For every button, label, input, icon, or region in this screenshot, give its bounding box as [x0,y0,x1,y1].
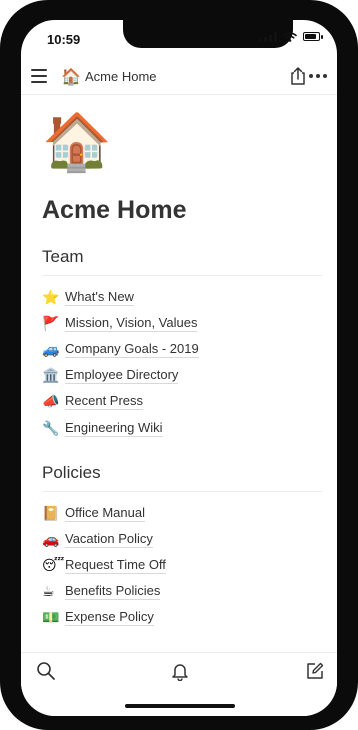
breadcrumb-page-icon: 🏠 [61,69,81,86]
breadcrumb-title[interactable]: Acme Home [85,69,157,84]
top-bar: 🏠 Acme Home [21,60,337,95]
list-item[interactable]: 🚙 Company Goals - 2019 [42,336,322,362]
list-item[interactable]: 📔 Office Manual [42,500,322,526]
more-dots-icon[interactable] [309,74,327,78]
megaphone-icon: 📣 [42,393,60,410]
list-item[interactable]: ☕ Benefits Policies [42,579,322,605]
search-icon[interactable] [36,661,56,681]
phone-screen: 10:59 🏠 Acme Home 🏠 Acme Home Team ⭐ Wha… [21,20,337,716]
page-link[interactable]: What's New [65,289,134,306]
flag-icon: 🚩 [42,314,60,331]
page-link[interactable]: Vacation Policy [65,531,153,548]
signal-icon [259,32,277,42]
list-item[interactable]: 📣 Recent Press [42,389,322,415]
page-link[interactable]: Benefits Policies [65,583,161,601]
sleeping-face-icon: 😴 [42,557,65,574]
notebook-icon: 📔 [42,504,60,521]
status-icons [259,32,323,42]
building-icon: 🏛️ [42,367,60,384]
wifi-icon [283,32,297,42]
list-item[interactable]: 😴 Request Time Off [42,553,322,579]
page-link[interactable]: Company Goals - 2019 [65,341,199,358]
hamburger-menu-icon[interactable] [31,69,47,83]
page-link[interactable]: Office Manual [65,505,145,522]
page-link[interactable]: Recent Press [65,393,144,411]
section-title-policies: Policies [42,463,322,493]
page-link[interactable]: Request Time Off [65,557,166,575]
bell-icon[interactable] [170,661,190,681]
wrench-icon: 🔧 [42,419,60,436]
list-item[interactable]: ⭐ What's New [42,284,322,310]
policies-list: 📔 Office Manual 🚗 Vacation Policy 😴 Request… [42,500,322,631]
page-link[interactable]: Mission, Vision, Values [65,315,198,332]
home-indicator [125,704,235,708]
list-item[interactable]: 🚩 Mission, Vision, Values [42,310,322,336]
money-icon: 💵 [42,609,60,626]
bottom-tab-bar [21,652,337,716]
team-list: ⭐ What's New 🚩 Mission, Vision, Values 🚙 Co… [42,284,322,441]
page-link[interactable]: Engineering Wiki [65,420,163,437]
battery-icon [303,32,323,42]
section-title-team: Team [42,247,322,276]
car-icon: 🚙 [42,340,60,357]
list-item[interactable]: 🚗 Vacation Policy [42,526,322,552]
page-content: 🏠 Acme Home Team ⭐ What's New 🚩 Mission, V… [42,114,322,631]
status-time: 10:59 [47,32,81,47]
page-link[interactable]: Expense Policy [65,609,154,627]
star-icon: ⭐ [42,288,60,305]
list-item[interactable]: 🔧 Engineering Wiki [42,415,322,441]
compose-icon[interactable] [305,661,325,681]
page-link[interactable]: Employee Directory [65,367,179,385]
car-icon: 🚗 [42,530,60,547]
coffee-icon: ☕ [42,583,55,600]
list-item[interactable]: 🏛️ Employee Directory [42,363,322,389]
share-icon[interactable] [289,66,307,86]
list-item[interactable]: 💵 Expense Policy [42,605,322,631]
page-title: Acme Home [42,196,187,224]
page-icon[interactable]: 🏠 [42,114,322,180]
